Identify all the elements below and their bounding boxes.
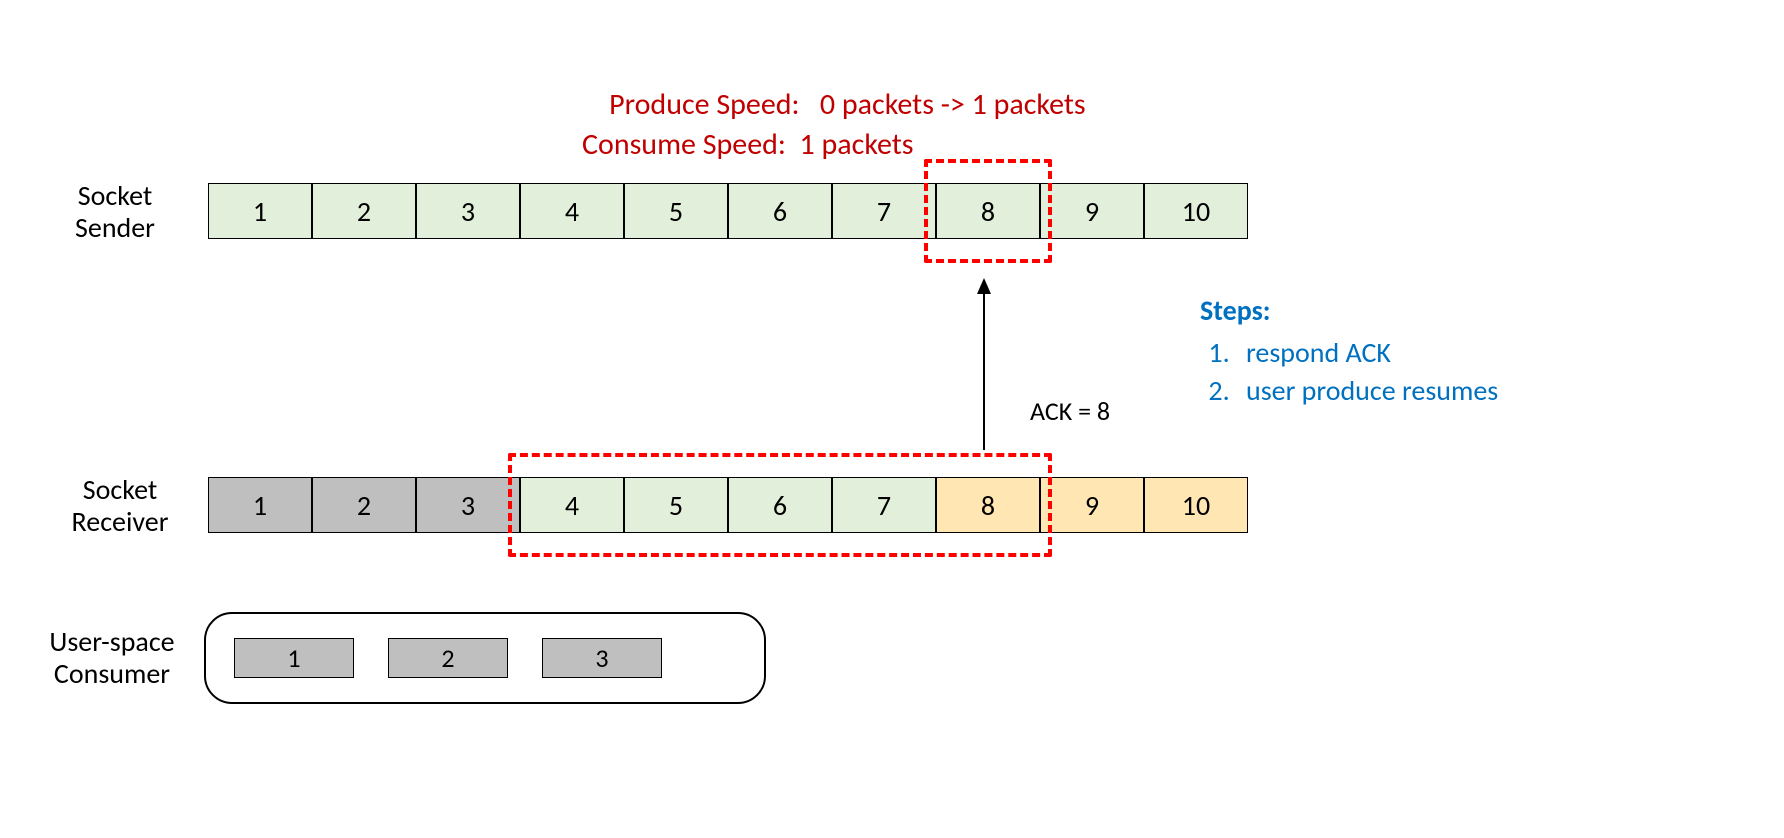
sender-window (924, 159, 1052, 263)
receiver-cell: 9 (1040, 477, 1144, 533)
consumer-label: User-space Consumer (22, 626, 202, 690)
receiver-cell: 2 (312, 477, 416, 533)
steps-block: Steps: respond ACKuser produce resumes (1200, 292, 1498, 409)
diagram-canvas: Produce Speed: 0 packets -> 1 packets Co… (0, 0, 1784, 838)
ack-line: ACK = 8 (1030, 394, 1157, 429)
consumer-block: 3 (542, 638, 662, 678)
consumer-block: 2 (388, 638, 508, 678)
consumer-block: 1 (234, 638, 354, 678)
receiver-window (508, 453, 1052, 557)
consume-speed-value: 1 packets (800, 126, 914, 163)
steps-list: respond ACKuser produce resumes (1200, 334, 1498, 410)
sender-cell: 2 (312, 183, 416, 239)
sender-cell: 3 (416, 183, 520, 239)
sender-buffer: 12345678910 (208, 183, 1248, 239)
consume-speed-label: Consume Speed: (582, 126, 786, 163)
sender-cell: 4 (520, 183, 624, 239)
receiver-cell: 10 (1144, 477, 1248, 533)
receiver-label: Socket Receiver (40, 474, 200, 538)
sender-cell: 5 (624, 183, 728, 239)
steps-item: respond ACK (1236, 334, 1498, 372)
sender-cell: 10 (1144, 183, 1248, 239)
sender-cell: 9 (1040, 183, 1144, 239)
sender-cell: 1 (208, 183, 312, 239)
sender-cell: 6 (728, 183, 832, 239)
produce-speed-value: 0 packets -> 1 packets (820, 86, 1086, 123)
produce-speed-label: Produce Speed: (609, 86, 799, 123)
consumer-container: 123 (204, 612, 766, 704)
receiver-cell: 1 (208, 477, 312, 533)
receiver-cell: 3 (416, 477, 520, 533)
steps-item: user produce resumes (1236, 372, 1498, 410)
steps-title: Steps: (1200, 292, 1498, 330)
sender-cell: 7 (832, 183, 936, 239)
sender-label: Socket Sender (40, 180, 190, 244)
